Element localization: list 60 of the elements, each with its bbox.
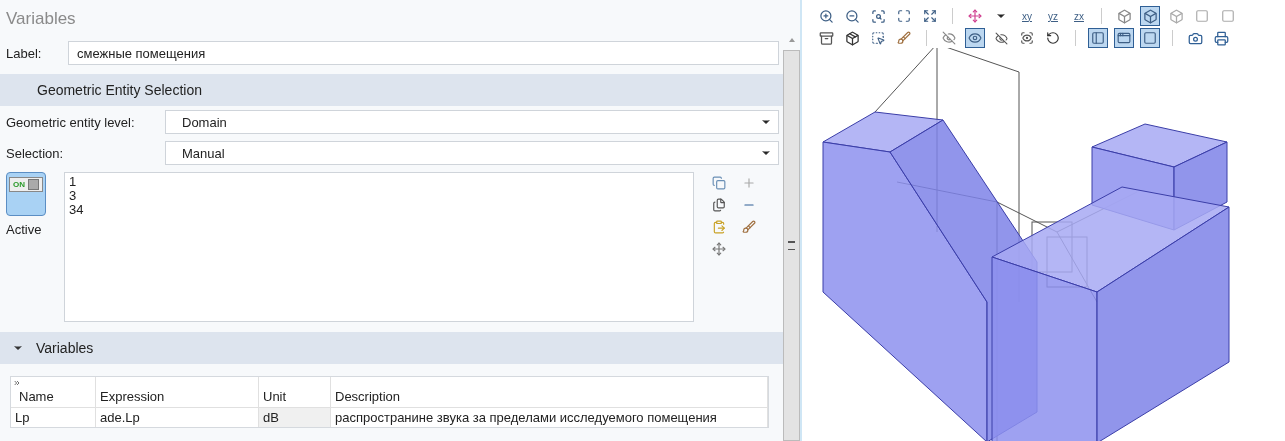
table-cell: Lp [11, 407, 96, 427]
hide-icon [942, 31, 956, 45]
brush-icon [897, 31, 911, 45]
eye-button[interactable] [965, 28, 985, 48]
list-item[interactable]: 3 [69, 189, 689, 203]
column-header[interactable]: Name [11, 377, 96, 407]
square-button[interactable] [1140, 28, 1160, 48]
selection-dropdown[interactable]: Manual [165, 141, 779, 165]
expand-columns-icon[interactable] [13, 379, 21, 387]
view-plane-button[interactable]: yz [1043, 6, 1063, 26]
zoom-box-icon [870, 8, 886, 24]
add-icon [742, 176, 756, 190]
frame-icon [897, 9, 911, 23]
hide-icon [994, 31, 1008, 45]
level-dropdown[interactable]: Domain [165, 110, 779, 134]
table-cell: распространине звука за пределами исследуемого помещения [331, 407, 768, 427]
scan-eye-icon [1020, 31, 1034, 45]
square-icon [1195, 9, 1209, 23]
print-icon [1213, 30, 1229, 46]
camera-icon [1187, 30, 1203, 46]
view-plane-button[interactable]: zx [1069, 6, 1089, 26]
panel-icon [1091, 31, 1105, 45]
list-item[interactable]: 34 [69, 203, 689, 217]
cube-button[interactable] [1140, 6, 1160, 26]
section-title: Variables [36, 340, 94, 356]
documents-icon [712, 198, 726, 212]
paste-icon [712, 220, 726, 234]
field-label: Selection: [6, 145, 65, 161]
square-icon [1143, 31, 1157, 45]
package-icon [844, 30, 860, 46]
section-header[interactable]: Geometric Entity Selection [0, 74, 783, 106]
reset-icon [1046, 31, 1060, 45]
section-header[interactable]: Variables [0, 332, 783, 364]
zoom-out-icon [844, 8, 860, 24]
list-item[interactable]: 1 [69, 175, 689, 189]
zoom-in-icon [818, 8, 834, 24]
tray-icon [818, 30, 834, 46]
field-label: Geometric entity level: [6, 114, 136, 130]
panel-button[interactable] [1088, 28, 1108, 48]
active-label: Active [6, 222, 43, 237]
move-icon [712, 242, 726, 256]
copy-icon [712, 176, 726, 190]
cube-icon [1142, 8, 1158, 24]
box-select-icon [871, 31, 885, 45]
eye-icon [968, 31, 982, 45]
cube-icon [1116, 8, 1132, 24]
selection-list[interactable]: 1 3 34 [64, 172, 694, 322]
view-plane-button[interactable]: xy [1017, 6, 1037, 26]
square-icon [1221, 9, 1235, 23]
field-label: Label: [6, 45, 43, 61]
brush-icon [742, 220, 756, 234]
table-cell: ade.Lp [96, 407, 259, 427]
panel-title: Variables [5, 8, 77, 30]
expand-icon [923, 9, 937, 23]
window-icon [1117, 31, 1131, 45]
axes-icon [968, 9, 982, 23]
cube-icon [1168, 8, 1184, 24]
label-field[interactable]: смежные помещения [68, 41, 779, 65]
window-button[interactable] [1114, 28, 1134, 48]
table-cell: dB [259, 407, 331, 427]
